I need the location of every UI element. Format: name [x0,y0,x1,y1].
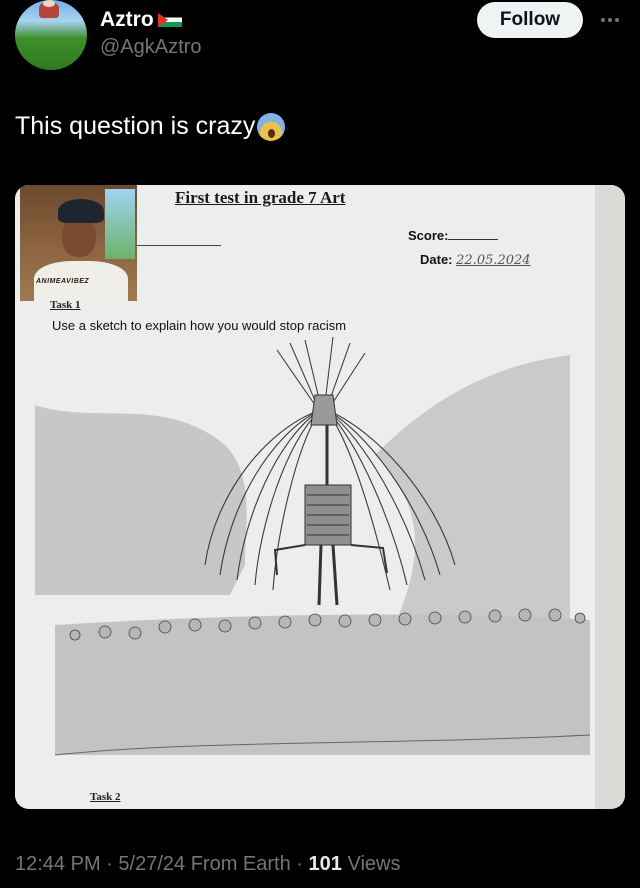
score-label: Score: [408,228,449,243]
more-horizontal-icon[interactable] [598,10,622,30]
task2-label: Task 2 [90,791,121,803]
sketch-head [310,394,338,426]
follow-button[interactable]: Follow [477,2,583,38]
date-label: Date: [420,252,453,267]
date-value: 22.05.2024 [456,253,531,268]
tweet-time[interactable]: 12:44 PM [15,853,101,875]
avatar-figure-head [43,0,55,7]
test-title: First test in grade 7 Art [175,188,346,207]
reaction-inset-image: ANIMEAVIBEZ [20,185,137,301]
inset-head [62,217,96,257]
pencil-sketch [35,336,591,756]
score-row: Score: [408,228,499,243]
date-row: Date: 22.05.2024 [420,252,531,268]
views-label: Views [347,853,401,875]
inset-watermark: ANIMEAVIBEZ [36,278,90,285]
face-screaming-in-fear-emoji [257,112,286,141]
name-line [137,245,221,246]
tweet-source: From Earth [190,853,291,875]
tweet-text: This question is crazy [15,112,256,140]
views-count[interactable]: 101 [309,853,342,875]
inset-window [105,189,135,259]
tweet-date[interactable]: 5/27/24 [118,853,185,875]
author-display-name-row[interactable]: Aztro [100,8,182,32]
tweet-meta: 12:44 PM · 5/27/24 From Earth · 101 View… [15,853,400,876]
author-handle[interactable]: @AgkAztro [100,36,201,59]
author-avatar[interactable] [15,0,87,70]
sketch-right-mountain [375,355,570,625]
palestine-flag-icon [157,13,182,27]
score-blank [448,239,499,240]
tweet-text-row: This question is crazy [15,112,286,141]
meta-separator-1: · [106,853,113,875]
sketch-left-mountain [35,405,247,595]
inset-hair [58,199,104,223]
task-instruction: Use a sketch to explain how you would st… [52,318,347,333]
sketch-arms [273,544,388,576]
author-display-name[interactable]: Aztro [100,8,154,32]
meta-separator-2: · [296,853,303,875]
tweet-media-photo[interactable]: First test in grade 7 Art Score: Date: 2… [15,185,625,809]
sketch-legs [317,544,339,606]
